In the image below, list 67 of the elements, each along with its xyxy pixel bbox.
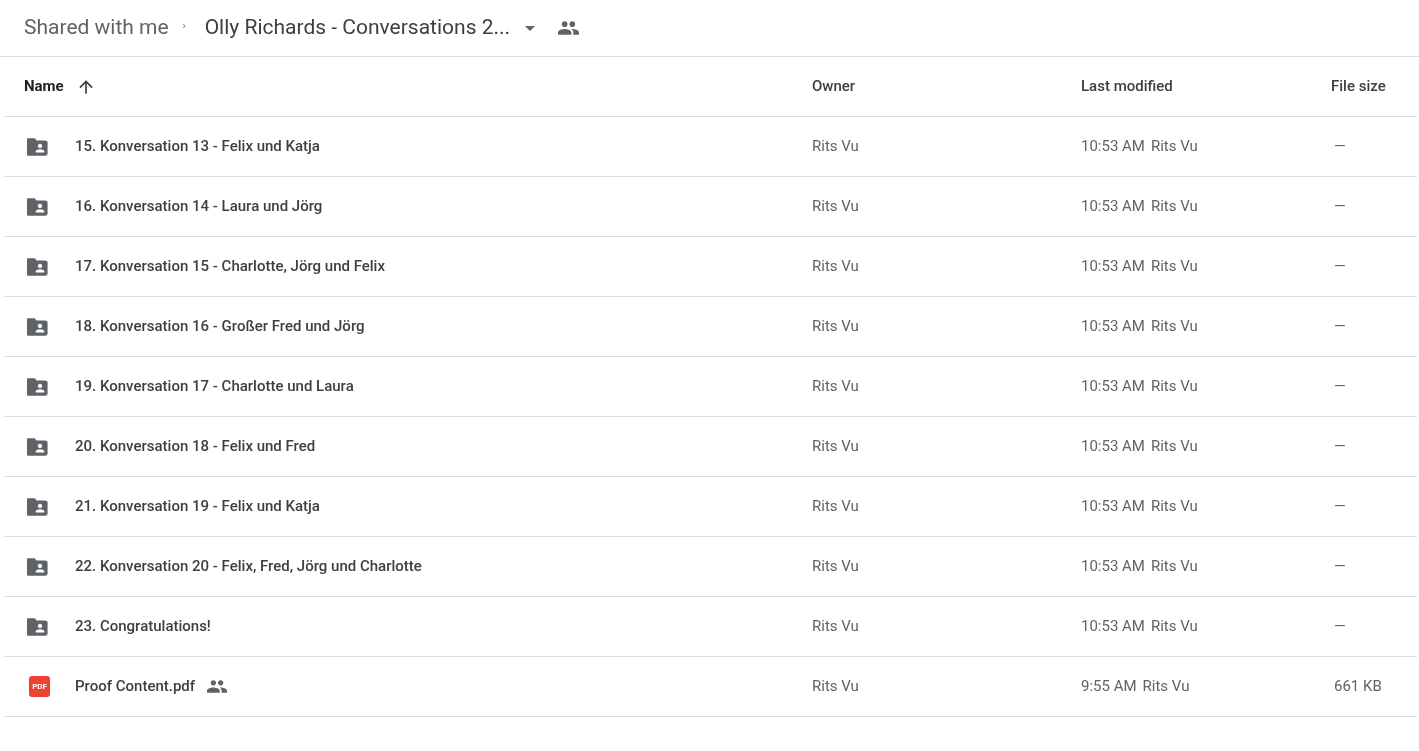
file-row[interactable]: 16. Konversation 14 - Laura und Jörg Rits Vu 10:53 AM Rits Vu — — [4, 177, 1417, 237]
file-name: 20. Konversation 18 - Felix und Fred — [75, 436, 316, 458]
modified-time: 10:53 AM — [1081, 136, 1145, 158]
file-row[interactable]: 22. Konversation 20 - Felix, Fred, Jörg und Charlotte Rits Vu 10:53 AM Rits Vu — — [4, 537, 1417, 597]
column-header[interactable]: Name — [24, 75, 64, 98]
file-row[interactable]: 17. Konversation 15 - Charlotte, Jörg und Felix Rits Vu 10:53 AM Rits Vu — — [4, 237, 1417, 297]
file-name: 16. Konversation 14 - Laura und Jörg — [75, 196, 323, 218]
file-name: 15. Konversation 13 - Felix und Katja — [75, 136, 320, 158]
owner-name: Rits Vu — [812, 556, 859, 578]
owner-name: Rits Vu — [812, 436, 859, 458]
file-row[interactable]: 23. Congratulations! Rits Vu 10:53 AM Rits Vu — — [4, 597, 1417, 657]
breadcrumb-link[interactable]: Shared with me — [24, 12, 169, 44]
file-row[interactable]: 15. Konversation 13 - Felix und Katja Rits Vu 10:53 AM Rits Vu — — [4, 117, 1417, 177]
pdf-icon: PDF — [29, 676, 50, 697]
owner-name: Rits Vu — [812, 676, 859, 698]
file-name: 21. Konversation 19 - Felix und Katja — [75, 496, 320, 518]
owner-name: Rits Vu — [812, 136, 859, 158]
modified-time: 10:53 AM — [1081, 436, 1145, 458]
column-header[interactable]: Last modified — [1081, 75, 1173, 98]
file-row[interactable]: 20. Konversation 18 - Felix und Fred Rits Vu 10:53 AM Rits Vu — — [4, 417, 1417, 477]
modified-by: Rits Vu — [1150, 496, 1198, 518]
file-row[interactable]: 18. Konversation 16 - Großer Fred und Jörg Rits Vu 10:53 AM Rits Vu — — [4, 297, 1417, 357]
file-row[interactable]: 19. Konversation 17 - Charlotte und Laura Rits Vu 10:53 AM Rits Vu — — [4, 357, 1417, 417]
modified-time: 10:53 AM — [1081, 556, 1145, 578]
modified-by: Rits Vu — [1150, 556, 1198, 578]
modified-by: Rits Vu — [1142, 676, 1190, 698]
owner-name: Rits Vu — [812, 616, 859, 638]
owner-name: Rits Vu — [812, 496, 859, 518]
modified-by: Rits Vu — [1150, 196, 1198, 218]
modified-time: 10:53 AM — [1081, 616, 1145, 638]
file-name: 17. Konversation 15 - Charlotte, Jörg und Felix — [75, 256, 385, 278]
file-size: — — [1333, 436, 1346, 458]
file-name: Proof Content.pdf — [75, 676, 196, 698]
modified-time: 10:53 AM — [1081, 376, 1145, 398]
modified-by: Rits Vu — [1150, 316, 1198, 338]
file-size: — — [1333, 256, 1346, 278]
column-header[interactable]: Owner — [812, 75, 856, 98]
file-size: — — [1333, 196, 1346, 218]
modified-time: 10:53 AM — [1081, 316, 1145, 338]
file-size: — — [1333, 316, 1346, 338]
modified-by: Rits Vu — [1150, 256, 1198, 278]
modified-time: 10:53 AM — [1081, 196, 1145, 218]
current-folder-title[interactable]: Olly Richards - Conversations 2... — [204, 12, 511, 44]
modified-by: Rits Vu — [1150, 376, 1198, 398]
owner-name: Rits Vu — [812, 256, 859, 278]
file-name: 19. Konversation 17 - Charlotte und Laura — [75, 376, 354, 398]
file-size: — — [1333, 136, 1346, 158]
file-name: 23. Congratulations! — [75, 616, 211, 638]
owner-name: Rits Vu — [812, 196, 859, 218]
modified-time: 10:53 AM — [1081, 256, 1145, 278]
owner-name: Rits Vu — [812, 316, 859, 338]
file-size: — — [1333, 376, 1346, 398]
column-header[interactable]: File size — [1331, 75, 1386, 98]
file-name: 18. Konversation 16 - Großer Fred und Jörg — [75, 316, 365, 338]
file-name: 22. Konversation 20 - Felix, Fred, Jörg und Charlotte — [75, 556, 422, 578]
file-size: — — [1333, 496, 1346, 518]
file-size: 661 KB — [1333, 676, 1382, 698]
modified-by: Rits Vu — [1150, 136, 1198, 158]
modified-by: Rits Vu — [1150, 436, 1198, 458]
file-row[interactable]: 21. Konversation 19 - Felix und Katja Rits Vu 10:53 AM Rits Vu — — [4, 477, 1417, 537]
file-size: — — [1333, 616, 1346, 638]
owner-name: Rits Vu — [812, 376, 859, 398]
file-size: — — [1333, 556, 1346, 578]
modified-time: 10:53 AM — [1081, 496, 1145, 518]
modified-time: 9:55 AM — [1081, 676, 1137, 698]
modified-by: Rits Vu — [1150, 616, 1198, 638]
file-row[interactable]: PDF Proof Content.pdf Rits Vu 9:55 AM Rits Vu 661 KB — [4, 657, 1417, 717]
